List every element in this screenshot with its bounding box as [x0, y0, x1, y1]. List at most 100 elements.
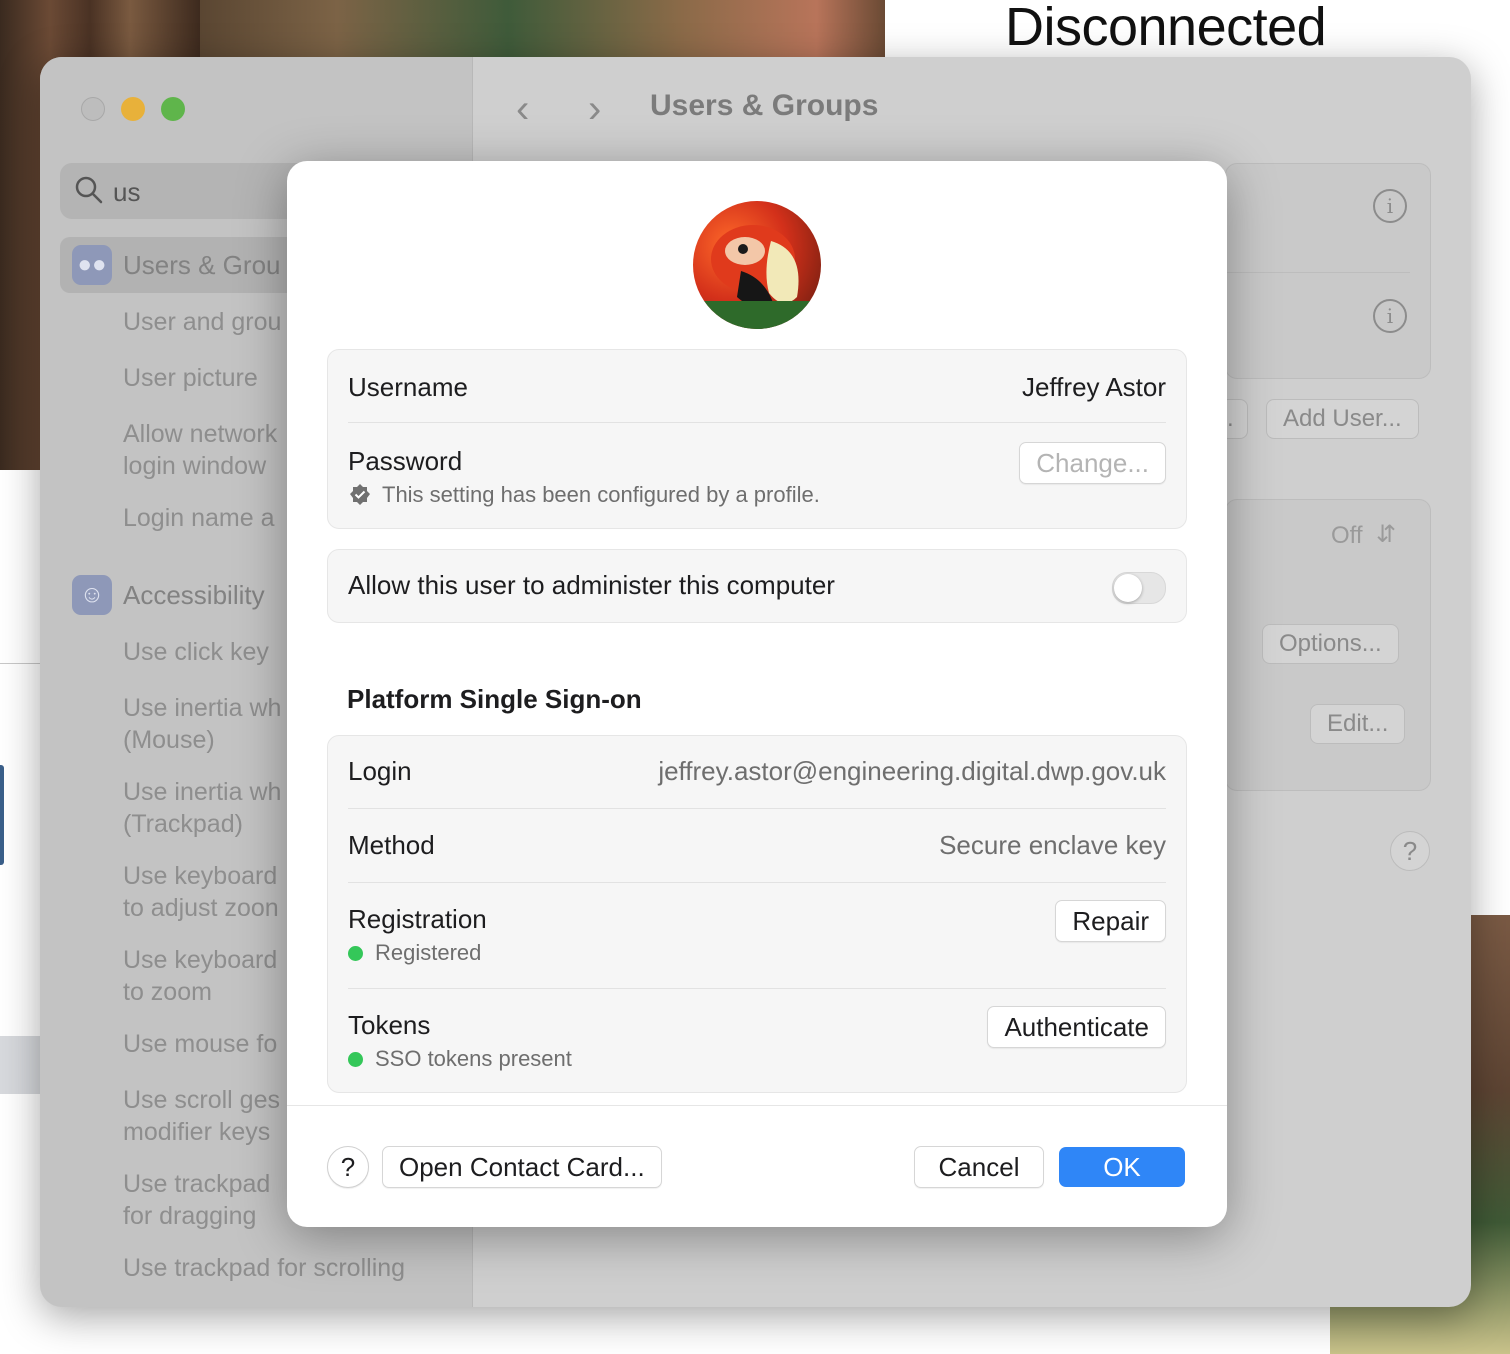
users-list-panel: i i: [1225, 163, 1431, 379]
sidebar-item-accessibility[interactable]: Accessibility: [123, 580, 265, 611]
divider: [348, 808, 1166, 809]
accessibility-icon: ☺: [72, 575, 112, 615]
sidebar-result-item[interactable]: Use scroll ges modifier keys: [123, 1084, 280, 1148]
sidebar-result-label: (Trackpad): [123, 810, 243, 838]
divider: [348, 422, 1166, 423]
background-window-edge: [0, 765, 4, 865]
window-help-button[interactable]: ?: [1390, 831, 1430, 871]
sidebar-result-label: Use scroll ges: [123, 1086, 280, 1114]
back-arrow-icon[interactable]: ‹: [516, 87, 529, 132]
username-row: Username Jeffrey Astor: [348, 372, 1166, 404]
account-group: Username Jeffrey Astor Password Change..…: [327, 349, 1187, 529]
avatar[interactable]: [693, 201, 821, 329]
parrot-picture: [693, 225, 821, 329]
sidebar-result-item[interactable]: Use trackpad for scrolling: [123, 1252, 405, 1284]
admin-row: Allow this user to administer this compu…: [348, 570, 1166, 604]
edit-button[interactable]: Edit...: [1310, 704, 1406, 744]
desktop-wallpaper-top: [200, 0, 885, 60]
status-dot-icon: [348, 1052, 363, 1067]
psso-section-title: Platform Single Sign-on: [347, 684, 642, 714]
password-row: Password Change... This setting has been…: [348, 442, 1166, 516]
sidebar-result-label: Use keyboard: [123, 862, 278, 890]
users-groups-icon: ●●: [72, 245, 112, 285]
sidebar-result-label: Use keyboard: [123, 946, 278, 974]
login-label: Login: [348, 756, 412, 786]
login-options-panel: Off ⇵ Options... Edit...: [1225, 499, 1431, 791]
options-button[interactable]: Options...: [1262, 624, 1399, 664]
sidebar-result-item[interactable]: Use keyboard to zoom: [123, 944, 277, 1008]
admin-toggle[interactable]: [1112, 572, 1166, 604]
add-user-button[interactable]: Add User...: [1266, 399, 1419, 439]
help-button[interactable]: ?: [327, 1146, 369, 1188]
change-password-button[interactable]: Change...: [1019, 442, 1166, 484]
sidebar-result-label: Use inertia wh: [123, 778, 282, 806]
sidebar-result-label: Login name a: [123, 504, 275, 532]
login-row: Login jeffrey.astor@engineering.digital.…: [348, 756, 1166, 790]
zoom-window-button[interactable]: [161, 97, 185, 121]
sidebar-result-label: Allow network: [123, 420, 278, 448]
sidebar-result-item[interactable]: Allow network login window: [123, 418, 277, 482]
divider: [1226, 272, 1410, 273]
psso-group: Login jeffrey.astor@engineering.digital.…: [327, 735, 1187, 1093]
open-contact-card-button[interactable]: Open Contact Card...: [382, 1146, 662, 1188]
registration-row: Registration Repair Registered: [348, 900, 1166, 974]
automatic-login-value[interactable]: Off: [1331, 522, 1363, 550]
chevron-updown-icon[interactable]: ⇵: [1376, 520, 1396, 549]
username-value: Jeffrey Astor: [1021, 372, 1166, 402]
registration-label: Registration: [348, 904, 487, 934]
tokens-label: Tokens: [348, 1010, 431, 1040]
sidebar-result-label: for dragging: [123, 1202, 257, 1230]
minimize-window-button[interactable]: [121, 97, 145, 121]
sidebar-result-label: to zoom: [123, 978, 212, 1006]
verified-badge-icon: [350, 484, 370, 505]
user-details-sheet: Username Jeffrey Astor Password Change..…: [287, 161, 1227, 1227]
toggle-knob: [1114, 574, 1142, 602]
sidebar-result-label: User picture: [123, 364, 258, 392]
method-value: Secure enclave key: [939, 830, 1166, 860]
profile-note: This setting has been configured by a pr…: [348, 482, 820, 508]
sidebar-result-item[interactable]: User picture: [123, 362, 258, 394]
close-window-button[interactable]: [81, 97, 105, 121]
sidebar-result-item[interactable]: Use click key: [123, 636, 269, 668]
divider: [348, 988, 1166, 989]
tokens-status-text: SSO tokens present: [375, 1046, 572, 1071]
sidebar-result-item[interactable]: User and grou: [123, 306, 281, 338]
sidebar-result-item[interactable]: Use trackpad for dragging: [123, 1168, 270, 1232]
username-label: Username: [348, 372, 468, 402]
sidebar-result-label: Use inertia wh: [123, 694, 282, 722]
sidebar-result-item[interactable]: Use keyboard to adjust zoon: [123, 860, 279, 924]
login-value: jeffrey.astor@engineering.digital.dwp.go…: [658, 756, 1166, 786]
sidebar-result-item[interactable]: Use mouse fo: [123, 1028, 277, 1060]
sidebar-result-label: Use trackpad: [123, 1170, 271, 1198]
forward-arrow-icon[interactable]: ›: [588, 87, 601, 132]
registration-status-text: Registered: [375, 940, 482, 965]
sidebar-result-item[interactable]: Login name a: [123, 502, 275, 534]
sidebar-result-label: User and grou: [123, 308, 282, 336]
footer-divider: [287, 1105, 1227, 1106]
method-label: Method: [348, 830, 435, 860]
sidebar-result-label: modifier keys: [123, 1118, 271, 1146]
info-icon[interactable]: i: [1373, 299, 1407, 333]
cancel-button[interactable]: Cancel: [914, 1146, 1044, 1188]
page-title: Users & Groups: [650, 89, 879, 122]
sidebar-result-label: Use click key: [123, 638, 269, 666]
authenticate-button[interactable]: Authenticate: [987, 1006, 1166, 1048]
password-label: Password: [348, 446, 463, 476]
admin-label: Allow this user to administer this compu…: [348, 570, 835, 600]
background-window-edge: [0, 663, 40, 664]
method-row: Method Secure enclave key: [348, 830, 1166, 864]
repair-button[interactable]: Repair: [1055, 900, 1166, 942]
admin-group: Allow this user to administer this compu…: [327, 549, 1187, 623]
search-input[interactable]: us: [113, 177, 140, 208]
info-icon[interactable]: i: [1373, 189, 1407, 223]
sidebar-result-label: Use trackpad for scrolling: [123, 1254, 406, 1282]
divider: [348, 882, 1166, 883]
profile-note-text: This setting has been configured by a pr…: [382, 482, 820, 507]
sidebar-result-item[interactable]: Use inertia wh (Mouse): [123, 692, 281, 756]
search-icon: [75, 176, 103, 204]
ok-button[interactable]: OK: [1059, 1147, 1185, 1187]
registration-status: Registered: [348, 940, 481, 966]
background-window-edge: [0, 1036, 40, 1094]
tokens-row: Tokens Authenticate SSO tokens present: [348, 1006, 1166, 1080]
sidebar-result-item[interactable]: Use inertia wh (Trackpad): [123, 776, 281, 840]
